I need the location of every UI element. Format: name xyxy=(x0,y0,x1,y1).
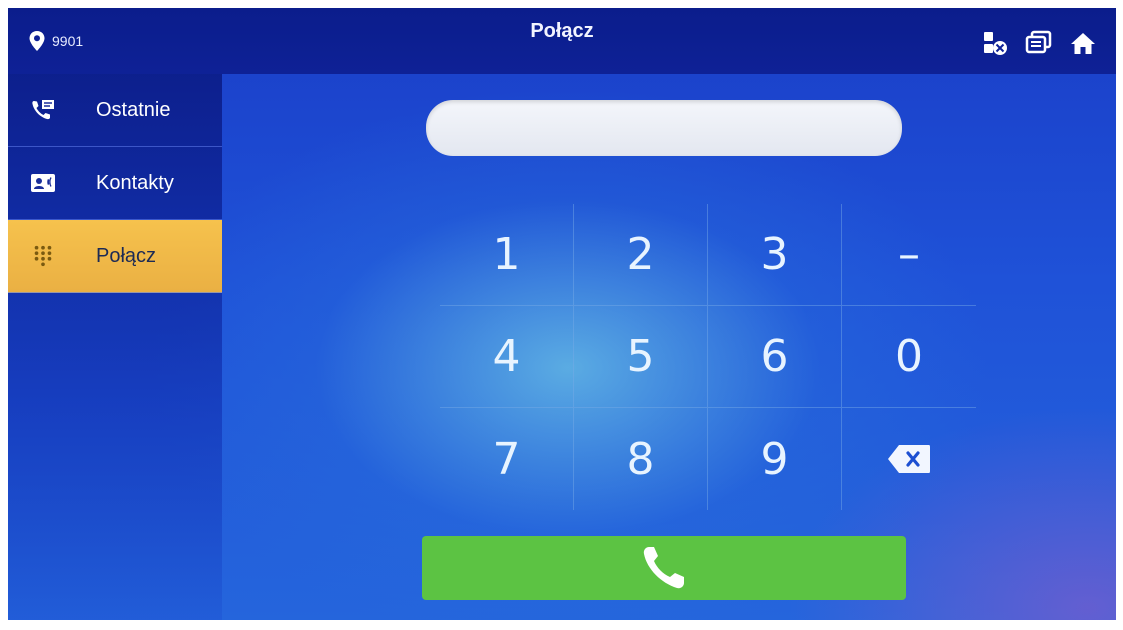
sidebar-item-ostatnie[interactable]: Ostatnie xyxy=(8,74,222,147)
sidebar-item-kontakty[interactable]: Kontakty xyxy=(8,147,222,220)
call-history-icon xyxy=(32,100,54,120)
home-icon[interactable] xyxy=(1068,28,1098,58)
sidebar-item-label: Połącz xyxy=(96,244,157,267)
backspace-icon xyxy=(888,445,930,473)
key-4[interactable]: 4 xyxy=(440,306,574,408)
sidebar: Ostatnie Kontakty Połącz xyxy=(8,74,222,620)
monitor-icon[interactable] xyxy=(1024,28,1054,58)
key-9[interactable]: 9 xyxy=(708,408,842,510)
key-1[interactable]: 1 xyxy=(440,204,574,306)
backspace-button[interactable] xyxy=(842,408,976,510)
key-8[interactable]: 8 xyxy=(574,408,708,510)
phone-handset-icon xyxy=(643,547,684,589)
key-2[interactable]: 2 xyxy=(574,204,708,306)
number-input[interactable] xyxy=(426,100,902,156)
call-button[interactable] xyxy=(422,536,906,600)
key-0[interactable]: 0 xyxy=(842,306,976,408)
top-icons xyxy=(980,28,1098,58)
page-title: Połącz xyxy=(530,20,594,42)
key-3[interactable]: 3 xyxy=(708,204,842,306)
sidebar-item-label: Kontakty xyxy=(96,171,174,194)
contacts-card-icon xyxy=(31,174,55,192)
key-6[interactable]: 6 xyxy=(708,306,842,408)
key-7[interactable]: 7 xyxy=(440,408,574,510)
top-bar: 9901 Połącz xyxy=(8,8,1116,74)
key-dash[interactable]: – xyxy=(842,204,976,306)
sidebar-item-polacz[interactable]: Połącz xyxy=(8,220,222,293)
dialpad-icon xyxy=(34,245,52,267)
key-5[interactable]: 5 xyxy=(574,306,708,408)
network-status-icon[interactable] xyxy=(980,28,1010,58)
sidebar-item-label: Ostatnie xyxy=(96,98,171,121)
keypad: 1 2 3 – 4 5 6 0 7 8 9 xyxy=(440,204,976,512)
intercom-screen: 9901 Połącz Ostatnie Kontakty Połącz 1 2… xyxy=(8,8,1116,620)
